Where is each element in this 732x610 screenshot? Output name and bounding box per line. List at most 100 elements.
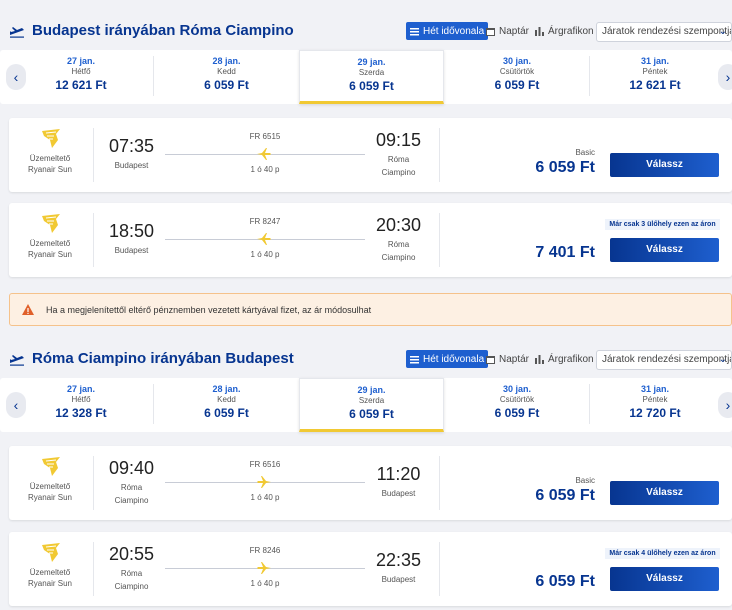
ryanair-harp-logo-icon <box>42 129 60 148</box>
ryanair-harp-logo-icon <box>42 214 60 233</box>
calendar-view-button[interactable]: Naptár <box>482 22 533 40</box>
date-label: 28 jan. <box>212 56 241 66</box>
currency-notice-text: Ha a megjelenítettől eltérő pénznemben v… <box>46 305 372 315</box>
ryanair-harp-logo-icon <box>42 457 60 476</box>
bar-chart-icon <box>535 354 544 364</box>
price-chart-label: Árgrafikon <box>548 353 594 365</box>
next-week-arrow-icon[interactable]: › <box>718 392 732 418</box>
departure-time: 07:35 <box>108 136 155 156</box>
week-view-button[interactable]: Hét idővonala <box>406 350 489 368</box>
date-tab-28[interactable]: 28 jan. Kedd 6 059 Ft <box>154 378 299 432</box>
flight-number: FR 6516 <box>249 460 281 469</box>
arrival-city-line1: Róma <box>387 240 410 249</box>
warning-icon <box>22 304 34 315</box>
select-button[interactable]: Válassz <box>610 481 719 505</box>
seats-left-badge: Már csak 3 ülőhely ezen az áron <box>605 219 720 230</box>
divider <box>439 456 440 510</box>
date-tab-30[interactable]: 30 jan. Csütörtök 6 059 Ft <box>444 50 590 104</box>
operator-name: Ryanair Sun <box>27 493 73 502</box>
date-tab-31[interactable]: 31 jan. Péntek 12 720 Ft <box>590 378 720 432</box>
weekday-label: Szerda <box>358 396 385 405</box>
departure-city: Róma Ciampino <box>99 481 164 507</box>
sort-select[interactable]: Járatok rendezési szempontja: ⌄ <box>596 22 732 42</box>
date-tab-30[interactable]: 30 jan. Csütörtök 6 059 Ft <box>444 378 590 432</box>
divider <box>439 542 440 596</box>
date-label: 29 jan. <box>357 57 386 67</box>
flight-price: 7 401 Ft <box>535 244 595 261</box>
outbound-header: Budapest irányában Róma Ciampino Hét idő… <box>0 18 732 48</box>
divider <box>93 128 94 182</box>
select-button[interactable]: Válassz <box>610 238 719 262</box>
flight-card: Üzemeltető Ryanair Sun 20:55 Róma Ciampin… <box>9 532 732 606</box>
flight-price: 6 059 Ft <box>535 159 595 176</box>
chevron-down-icon: ⌄ <box>718 354 727 365</box>
plane-icon <box>257 233 271 245</box>
arrival-time: 09:15 <box>375 130 422 150</box>
divider <box>93 456 94 510</box>
calendar-view-label: Naptár <box>499 353 530 365</box>
price-chart-label: Árgrafikon <box>548 25 594 37</box>
operator-name: Ryanair Sun <box>27 250 73 259</box>
fare-type: Basic <box>575 148 595 157</box>
weekday-label: Kedd <box>217 67 236 76</box>
flight-card: Üzemeltető Ryanair Sun 07:35 Budapest FR… <box>9 118 732 192</box>
date-tab-28[interactable]: 28 jan. Kedd 6 059 Ft <box>154 50 299 104</box>
outbound-date-bar: ‹ 27 jan. Hétfő 12 621 Ft 28 jan. Kedd 6 059… <box>0 50 732 104</box>
list-icon <box>410 355 419 363</box>
bar-chart-icon <box>535 26 544 36</box>
next-week-arrow-icon[interactable]: › <box>718 64 732 90</box>
inbound-header: Róma Ciampino irányában Budapest Hét idő… <box>0 346 732 376</box>
seats-left-badge: Már csak 4 ülőhely ezen az áron <box>605 548 720 559</box>
sort-label: Járatok rendezési szempontja: <box>602 354 732 365</box>
divider <box>439 213 440 267</box>
arrival-city: Róma Ciampino <box>366 153 431 179</box>
select-button[interactable]: Válassz <box>610 567 719 591</box>
arrival-time: 22:35 <box>375 550 422 570</box>
weekday-label: Kedd <box>217 395 236 404</box>
price-chart-button[interactable]: Árgrafikon <box>531 350 598 368</box>
date-price: 6 059 Ft <box>349 407 394 421</box>
plane-departure-icon <box>10 355 24 366</box>
weekday-label: Péntek <box>642 395 668 404</box>
departure-city-line1: Budapest <box>114 246 149 255</box>
duration: 1 ó 40 p <box>250 165 280 174</box>
calendar-view-button[interactable]: Naptár <box>482 350 533 368</box>
departure-city-line2: Ciampino <box>114 582 149 591</box>
departure-city-line1: Róma <box>120 569 143 578</box>
duration: 1 ó 40 p <box>250 250 280 259</box>
flight-number: FR 8247 <box>249 217 281 226</box>
date-price: 6 059 Ft <box>204 78 249 92</box>
duration: 1 ó 40 p <box>250 579 280 588</box>
week-view-button[interactable]: Hét idővonala <box>406 22 489 40</box>
ryanair-harp-logo-icon <box>42 543 60 562</box>
arrival-city: Budapest <box>366 487 431 500</box>
flight-price: 6 059 Ft <box>535 487 595 504</box>
departure-city-line1: Róma <box>120 483 143 492</box>
date-price: 6 059 Ft <box>204 406 249 420</box>
flight-number: FR 6515 <box>249 132 281 141</box>
flight-price: 6 059 Ft <box>535 573 595 590</box>
departure-time: 18:50 <box>108 221 155 241</box>
inbound-date-bar: ‹ 27 jan. Hétfő 12 328 Ft 28 jan. Kedd 6 059… <box>0 378 732 432</box>
operator-label: Üzemeltető <box>29 482 71 491</box>
date-tab-31[interactable]: 31 jan. Péntek 12 621 Ft <box>590 50 720 104</box>
sort-label: Járatok rendezési szempontja: <box>602 26 732 37</box>
divider <box>439 128 440 182</box>
arrival-city-line2: Ciampino <box>381 168 416 177</box>
week-view-label: Hét idővonala <box>423 25 485 37</box>
select-button[interactable]: Válassz <box>610 153 719 177</box>
date-label: 27 jan. <box>66 384 95 394</box>
sort-select[interactable]: Járatok rendezési szempontja: ⌄ <box>596 350 732 370</box>
departure-city: Budapest <box>99 244 164 257</box>
date-tab-29-selected[interactable]: 29 jan. Szerda 6 059 Ft <box>299 50 444 104</box>
date-tab-27[interactable]: 27 jan. Hétfő 12 621 Ft <box>8 50 154 104</box>
departure-city: Budapest <box>99 159 164 172</box>
divider <box>93 542 94 596</box>
weekday-label: Csütörtök <box>499 395 535 404</box>
date-tab-29-selected[interactable]: 29 jan. Szerda 6 059 Ft <box>299 378 444 432</box>
date-tab-27[interactable]: 27 jan. Hétfő 12 328 Ft <box>8 378 154 432</box>
outbound-title: Budapest irányában Róma Ciampino <box>32 22 294 39</box>
calendar-view-label: Naptár <box>499 25 530 37</box>
price-chart-button[interactable]: Árgrafikon <box>531 22 598 40</box>
date-label: 27 jan. <box>66 56 95 66</box>
